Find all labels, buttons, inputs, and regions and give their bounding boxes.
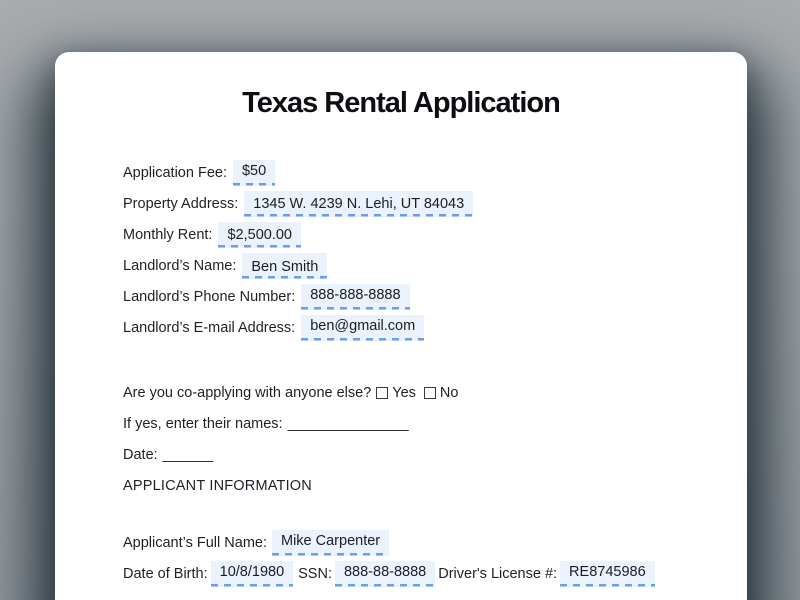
monthly-rent-label: Monthly Rent: [123, 226, 213, 243]
checkbox-yes-label: Yes [392, 384, 416, 401]
landlord-email-label: Landlord’s E-mail Address: [123, 319, 296, 336]
landlord-phone-label: Landlord’s Phone Number: [123, 288, 296, 305]
license-label: Driver's License #: [438, 565, 558, 582]
dob-value[interactable]: 10/8/1980 [210, 560, 294, 587]
coapplicant-names-label: If yes, enter their names: [123, 415, 283, 432]
rental-application-page: Texas Rental Application Application Fee… [55, 52, 747, 600]
field-row-landlord-name: Landlord’s Name: Ben Smith [123, 250, 711, 281]
landlord-email-value[interactable]: ben@gmail.com [301, 314, 425, 341]
field-row-monthly-rent: Monthly Rent: $2,500.00 [123, 219, 711, 250]
ssn-label: SSN: [298, 565, 332, 582]
landlord-name-label: Landlord’s Name: [123, 257, 237, 274]
field-row-property-address: Property Address: 1345 W. 4239 N. Lehi, … [123, 188, 711, 219]
date-blank-line: _______ [162, 446, 213, 463]
field-row-full-name: Applicant’s Full Name: Mike Carpenter [123, 527, 711, 558]
dob-label: Date of Birth: [123, 565, 208, 582]
landlord-phone-value[interactable]: 888-888-8888 [301, 283, 410, 310]
application-fee-value[interactable]: $50 [232, 159, 276, 186]
full-name-value[interactable]: Mike Carpenter [272, 529, 390, 556]
full-name-label: Applicant’s Full Name: [123, 534, 267, 551]
page-title: Texas Rental Application [242, 87, 561, 119]
date-label: Date: [123, 446, 158, 463]
coapplying-row: Are you co-applying with anyone else? Ye… [123, 377, 711, 408]
checkbox-yes[interactable] [376, 386, 389, 399]
license-value[interactable]: RE8745986 [560, 560, 655, 587]
field-row-dob-ssn-license: Date of Birth: 10/8/1980 SSN: 888-88-888… [123, 558, 711, 589]
coapplicant-names-blank-line: _________________ [287, 415, 409, 432]
field-row-landlord-email: Landlord’s E-mail Address: ben@gmail.com [123, 312, 711, 343]
application-fee-label: Application Fee: [123, 164, 227, 181]
coapplicant-names-row: If yes, enter their names: _____________… [123, 408, 711, 439]
application-form: Application Fee: $50 Property Address: 1… [123, 157, 711, 589]
ssn-value[interactable]: 888-88-8888 [334, 560, 436, 587]
landlord-name-value[interactable]: Ben Smith [242, 252, 328, 279]
coapplying-question: Are you co-applying with anyone else? [123, 384, 372, 401]
field-row-application-fee: Application Fee: $50 [123, 157, 711, 188]
date-row: Date: _______ [123, 439, 711, 470]
checkbox-no[interactable] [423, 386, 436, 399]
property-address-label: Property Address: [123, 195, 239, 212]
monthly-rent-value[interactable]: $2,500.00 [218, 221, 301, 248]
checkbox-no-label: No [439, 384, 459, 401]
applicant-information-heading: APPLICANT INFORMATION [123, 477, 312, 494]
field-row-landlord-phone: Landlord’s Phone Number: 888-888-8888 [123, 281, 711, 312]
applicant-information-heading-row: APPLICANT INFORMATION [123, 470, 711, 501]
property-address-value[interactable]: 1345 W. 4239 N. Lehi, UT 84043 [244, 190, 474, 217]
